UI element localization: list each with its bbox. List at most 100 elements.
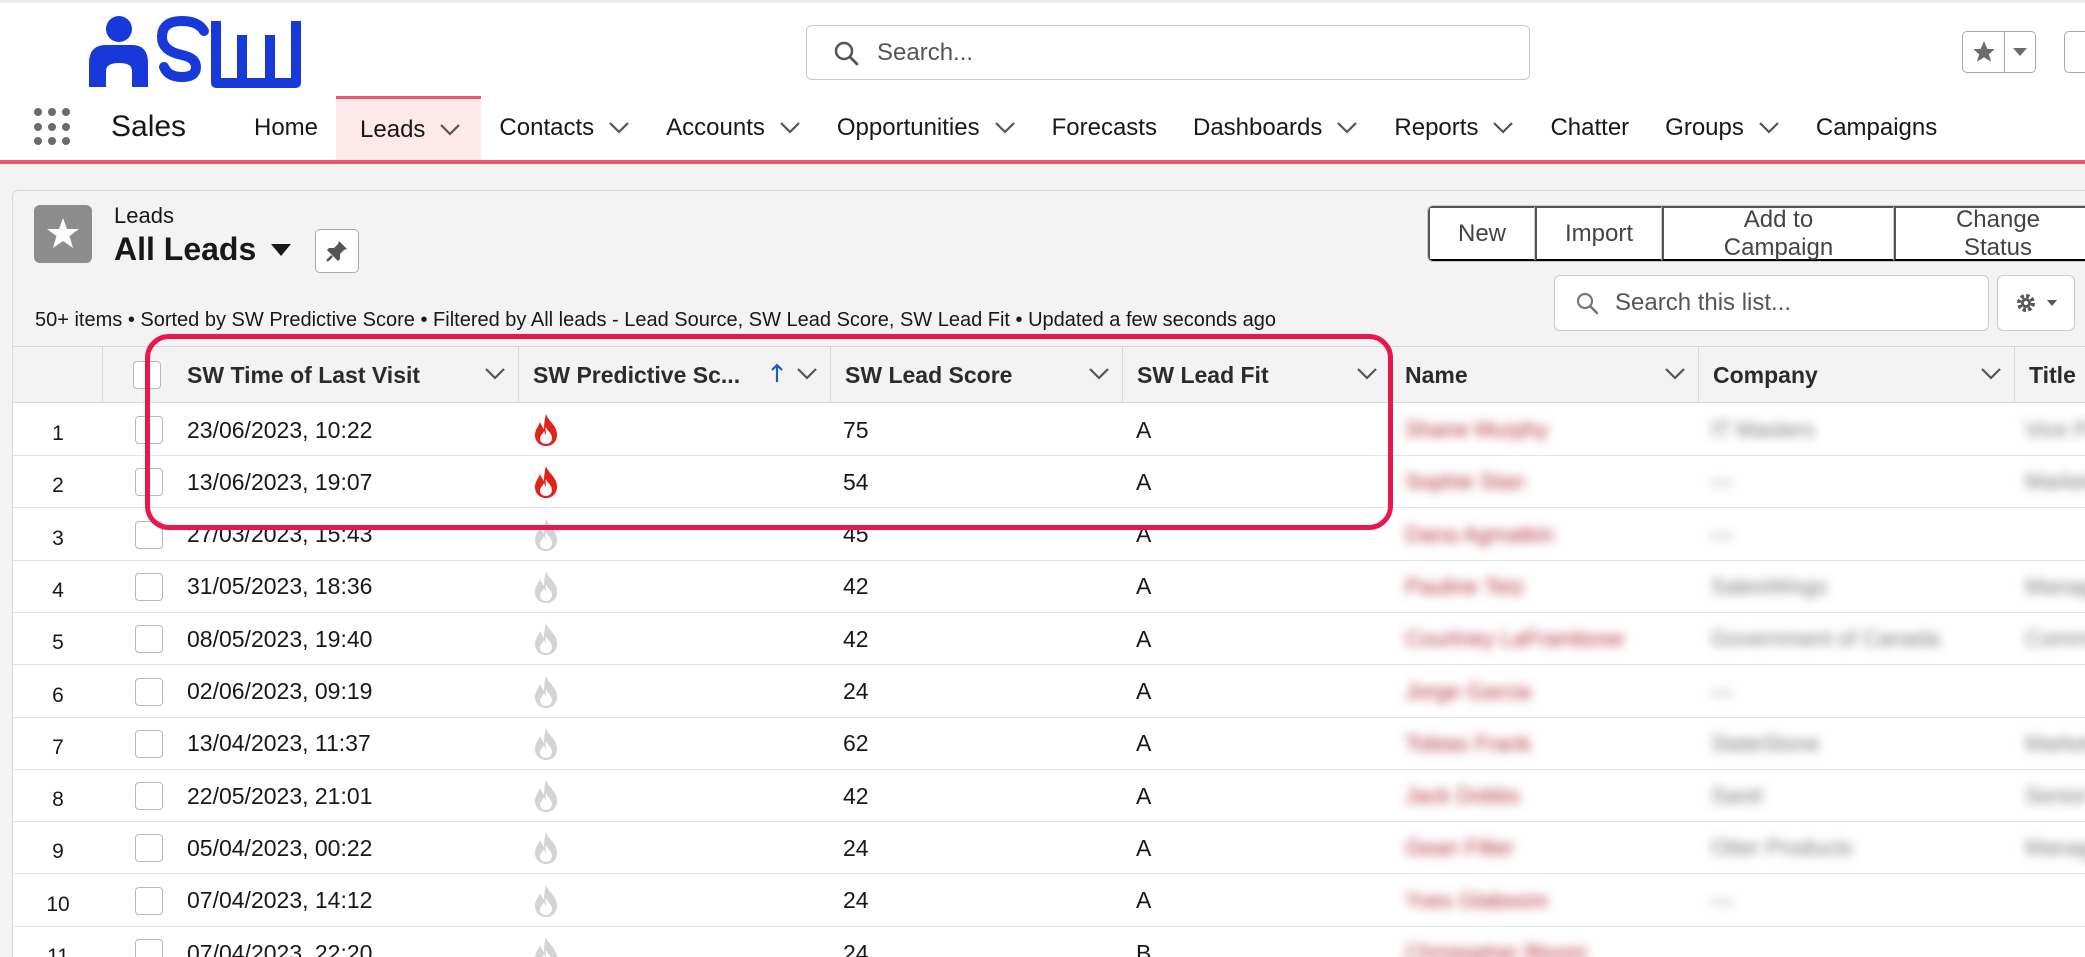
- cell-name-link[interactable]: Pauline Tetz: [1405, 561, 1524, 613]
- chevron-down-icon[interactable]: [1088, 367, 1110, 381]
- sort-ascending-icon[interactable]: [770, 363, 784, 383]
- global-search-input[interactable]: [877, 38, 1477, 67]
- column-header-title[interactable]: Title: [2015, 347, 2085, 403]
- list-view-card: Leads All Leads New Import Add to Campai…: [12, 190, 2085, 957]
- cell-title: Marketi: [2025, 730, 2085, 756]
- list-view-selector[interactable]: All Leads: [114, 231, 292, 268]
- list-settings-button[interactable]: [1997, 275, 2075, 331]
- row-checkbox[interactable]: [135, 729, 163, 758]
- row-checkbox[interactable]: [135, 625, 163, 654]
- table-row[interactable]: 7 13/04/2023, 11:37 62 A Tobias Frank St…: [13, 717, 2085, 770]
- column-header-sw-lead-fit[interactable]: SW Lead Fit: [1123, 347, 1391, 403]
- list-search-input[interactable]: [1615, 289, 1975, 317]
- table-row[interactable]: 2 13/06/2023, 19:07 54 A Sophie Stan — M…: [13, 456, 2085, 509]
- cell-last-visit: 31/05/2023, 18:36: [187, 573, 373, 600]
- table-row[interactable]: 5 08/05/2023, 19:40 42 A Courtney LaFram…: [13, 613, 2085, 666]
- cell-name-link[interactable]: Dana Agmatkin: [1405, 509, 1554, 561]
- table-row[interactable]: 4 31/05/2023, 18:36 42 A Pauline Tetz Sa…: [13, 560, 2085, 613]
- column-header-company[interactable]: Company: [1699, 347, 2015, 403]
- nav-item-contacts[interactable]: Contacts: [481, 96, 648, 160]
- new-button[interactable]: New: [1428, 206, 1536, 261]
- chevron-down-icon[interactable]: [994, 121, 1016, 135]
- favorites-star-button[interactable]: [1963, 32, 2005, 72]
- flame-icon: [535, 675, 557, 708]
- gear-icon: [2017, 294, 2035, 312]
- global-add-button[interactable]: [2064, 31, 2085, 73]
- nav-item-forecasts[interactable]: Forecasts: [1034, 96, 1175, 160]
- cell-lead-fit: A: [1136, 573, 1152, 600]
- favorites-menu-button[interactable]: [2005, 32, 2035, 72]
- row-checkbox-cell: [135, 509, 163, 561]
- cell-name-link[interactable]: Shane Murphy: [1405, 404, 1548, 456]
- table-row[interactable]: 6 02/06/2023, 09:19 24 A Jorge Garcia —: [13, 665, 2085, 718]
- table-row[interactable]: 10 07/04/2023, 14:12 24 A Yves Glaboom —: [13, 874, 2085, 927]
- cell-name-link[interactable]: Christopher Bloom: [1405, 927, 1587, 957]
- column-header-name[interactable]: Name: [1391, 347, 1699, 403]
- chevron-down-icon[interactable]: [1758, 121, 1780, 135]
- add-to-campaign-button[interactable]: Add to Campaign: [1662, 206, 1894, 261]
- cell-name-link[interactable]: Yves Glaboom: [1405, 875, 1548, 927]
- sw-logo[interactable]: [86, 15, 312, 89]
- nav-item-dashboards[interactable]: Dashboards: [1175, 96, 1376, 160]
- nav-item-groups[interactable]: Groups: [1647, 96, 1798, 160]
- cell-name-link[interactable]: Jorge Garcia: [1405, 666, 1531, 718]
- select-all-checkbox[interactable]: [133, 361, 161, 389]
- nav-items: Home Leads Contacts Accounts Opportuniti…: [236, 96, 1955, 160]
- list-search-box[interactable]: [1554, 275, 1989, 331]
- nav-item-campaigns[interactable]: Campaigns: [1798, 96, 1955, 160]
- cell-title: Commu: [2025, 626, 2085, 652]
- nav-item-chatter[interactable]: Chatter: [1532, 96, 1647, 160]
- change-status-button[interactable]: Change Status: [1893, 206, 2085, 261]
- row-checkbox[interactable]: [135, 572, 163, 601]
- caret-down-icon: [2013, 48, 2027, 56]
- table-row[interactable]: 11 07/04/2023, 22:20 24 B Christopher Bl…: [13, 927, 2085, 957]
- pin-list-button[interactable]: [315, 229, 359, 273]
- chevron-down-icon[interactable]: [1356, 367, 1378, 381]
- nav-item-label: Reports: [1394, 114, 1479, 141]
- chevron-down-icon[interactable]: [779, 121, 801, 135]
- nav-item-leads[interactable]: Leads: [336, 96, 482, 160]
- cell-name-link[interactable]: Tobias Frank: [1405, 718, 1531, 770]
- cell-name-link[interactable]: Jack Dobbs: [1405, 770, 1520, 822]
- cell-name-link[interactable]: Gean Filter: [1405, 822, 1514, 874]
- row-checkbox[interactable]: [135, 782, 163, 811]
- nav-item-home[interactable]: Home: [236, 96, 336, 160]
- row-checkbox[interactable]: [135, 939, 163, 957]
- row-checkbox[interactable]: [135, 468, 163, 497]
- column-header-sw-time-of-last-visit[interactable]: SW Time of Last Visit: [173, 347, 519, 403]
- row-checkbox[interactable]: [135, 520, 163, 549]
- row-checkbox[interactable]: [135, 886, 163, 915]
- column-header-sw-lead-score[interactable]: SW Lead Score: [831, 347, 1123, 403]
- chevron-down-icon[interactable]: [1664, 367, 1686, 381]
- column-header-sw-predictive-score[interactable]: SW Predictive Sc...: [519, 347, 831, 403]
- row-checkbox[interactable]: [135, 416, 163, 444]
- app-launcher-icon[interactable]: [32, 106, 74, 148]
- nav-item-accounts[interactable]: Accounts: [648, 96, 819, 160]
- table-row[interactable]: 8 22/05/2023, 21:01 42 A Jack Dobbs Sare…: [13, 770, 2085, 823]
- chevron-down-icon[interactable]: [484, 367, 506, 381]
- table-row[interactable]: 9 05/04/2023, 00:22 24 A Gean Filter Ott…: [13, 822, 2085, 875]
- cell-predictive-score: [531, 456, 561, 508]
- cell-last-visit: 22/05/2023, 21:01: [187, 782, 373, 809]
- cell-company: IT Masters: [1711, 417, 1815, 442]
- list-actions: New Import Add to Campaign Change Status: [1427, 205, 2085, 262]
- lead-object-icon: [34, 205, 92, 263]
- chevron-down-icon[interactable]: [796, 367, 818, 381]
- nav-item-reports[interactable]: Reports: [1376, 96, 1532, 160]
- chevron-down-icon[interactable]: [1492, 121, 1514, 135]
- chevron-down-icon[interactable]: [1336, 121, 1358, 135]
- row-checkbox[interactable]: [135, 834, 163, 863]
- global-search-box[interactable]: [806, 25, 1530, 80]
- chevron-down-icon[interactable]: [439, 123, 461, 137]
- cell-predictive-score: [531, 666, 561, 718]
- import-button[interactable]: Import: [1535, 206, 1663, 261]
- table-row[interactable]: 1 23/06/2023, 10:22 75 A Shane Murphy IT…: [13, 404, 2085, 456]
- table-row[interactable]: 3 27/03/2023, 15:43 45 A Dana Agmatkin —: [13, 508, 2085, 561]
- chevron-down-icon[interactable]: [608, 121, 630, 135]
- nav-item-opportunities[interactable]: Opportunities: [819, 96, 1034, 160]
- row-checkbox[interactable]: [135, 677, 163, 706]
- cell-name-link[interactable]: Courtney LaFrambose: [1405, 613, 1624, 665]
- cell-name-link[interactable]: Sophie Stan: [1405, 456, 1525, 508]
- chevron-down-icon[interactable]: [1980, 367, 2002, 381]
- flame-icon: [535, 414, 557, 446]
